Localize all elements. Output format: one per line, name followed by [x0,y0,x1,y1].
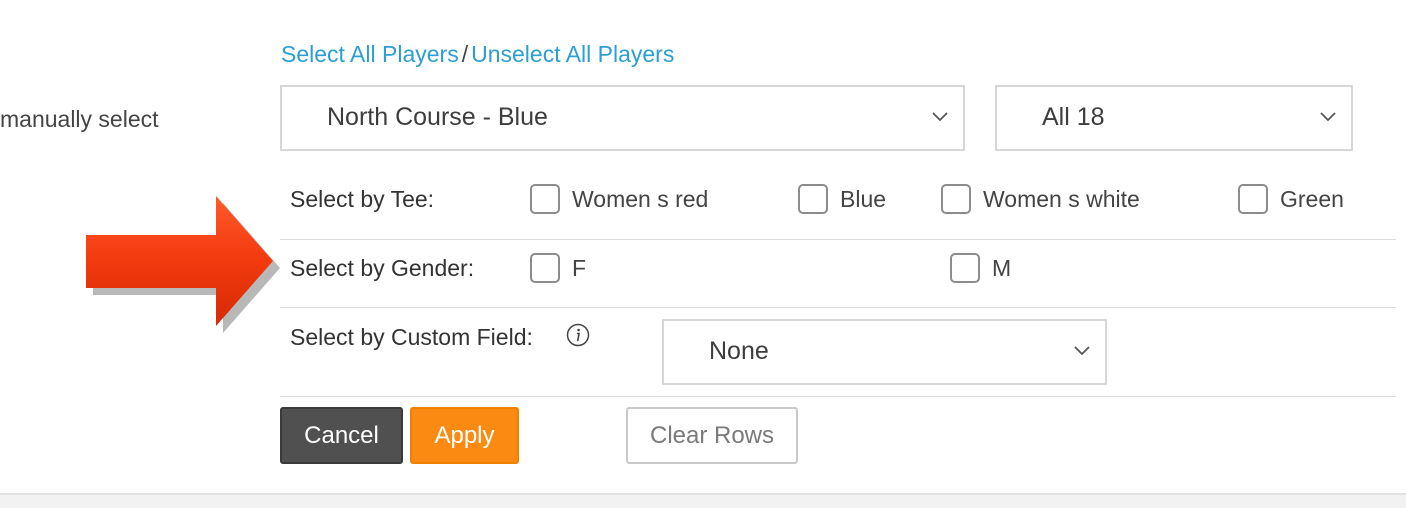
red-arrow-right-icon [86,196,280,333]
apply-button[interactable]: Apply [410,407,519,464]
gender-option-label: M [992,255,1012,281]
chevron-down-icon [1320,112,1336,122]
custom-field-select-value: None [709,337,769,365]
holes-select[interactable]: All 18 [995,85,1353,151]
chevron-down-icon [932,112,948,122]
cancel-button[interactable]: Cancel [280,407,403,464]
course-select[interactable]: North Course - Blue [280,85,965,151]
select-all-players-link[interactable]: Select All Players [281,41,459,67]
tee-option-label: Women s white [983,186,1140,212]
unselect-all-players-link[interactable]: Unselect All Players [471,41,674,67]
gender-option-label: F [572,255,587,281]
tee-option-label: Green [1280,186,1344,212]
chevron-down-icon [1074,346,1090,356]
tee-checkbox-green[interactable] [1238,184,1268,214]
tee-checkbox-womens-white[interactable] [941,184,971,214]
tee-option-label: Women s red [572,186,709,212]
gender-row-label: Select by Gender: [290,255,475,281]
row-divider [280,239,1396,240]
custom-field-select[interactable]: None [662,319,1107,385]
tee-option-label: Blue [840,186,887,212]
tee-row-label: Select by Tee: [290,186,435,212]
info-circle-icon[interactable] [566,323,590,347]
custom-field-row-label: Select by Custom Field: [290,324,533,350]
gender-checkbox-f[interactable] [530,253,560,283]
select-links: Select All Players / Unselect All Players [281,41,674,68]
row-divider [280,396,1396,397]
clear-rows-button[interactable]: Clear Rows [626,407,798,464]
tee-checkbox-blue[interactable] [798,184,828,214]
gender-checkbox-m[interactable] [950,253,980,283]
manual-select-text: manually select [0,106,159,132]
tee-checkbox-womens-red[interactable] [530,184,560,214]
link-separator: / [461,41,469,67]
holes-select-value: All 18 [1042,103,1105,131]
row-divider [280,307,1396,308]
course-select-value: North Course - Blue [327,103,548,131]
